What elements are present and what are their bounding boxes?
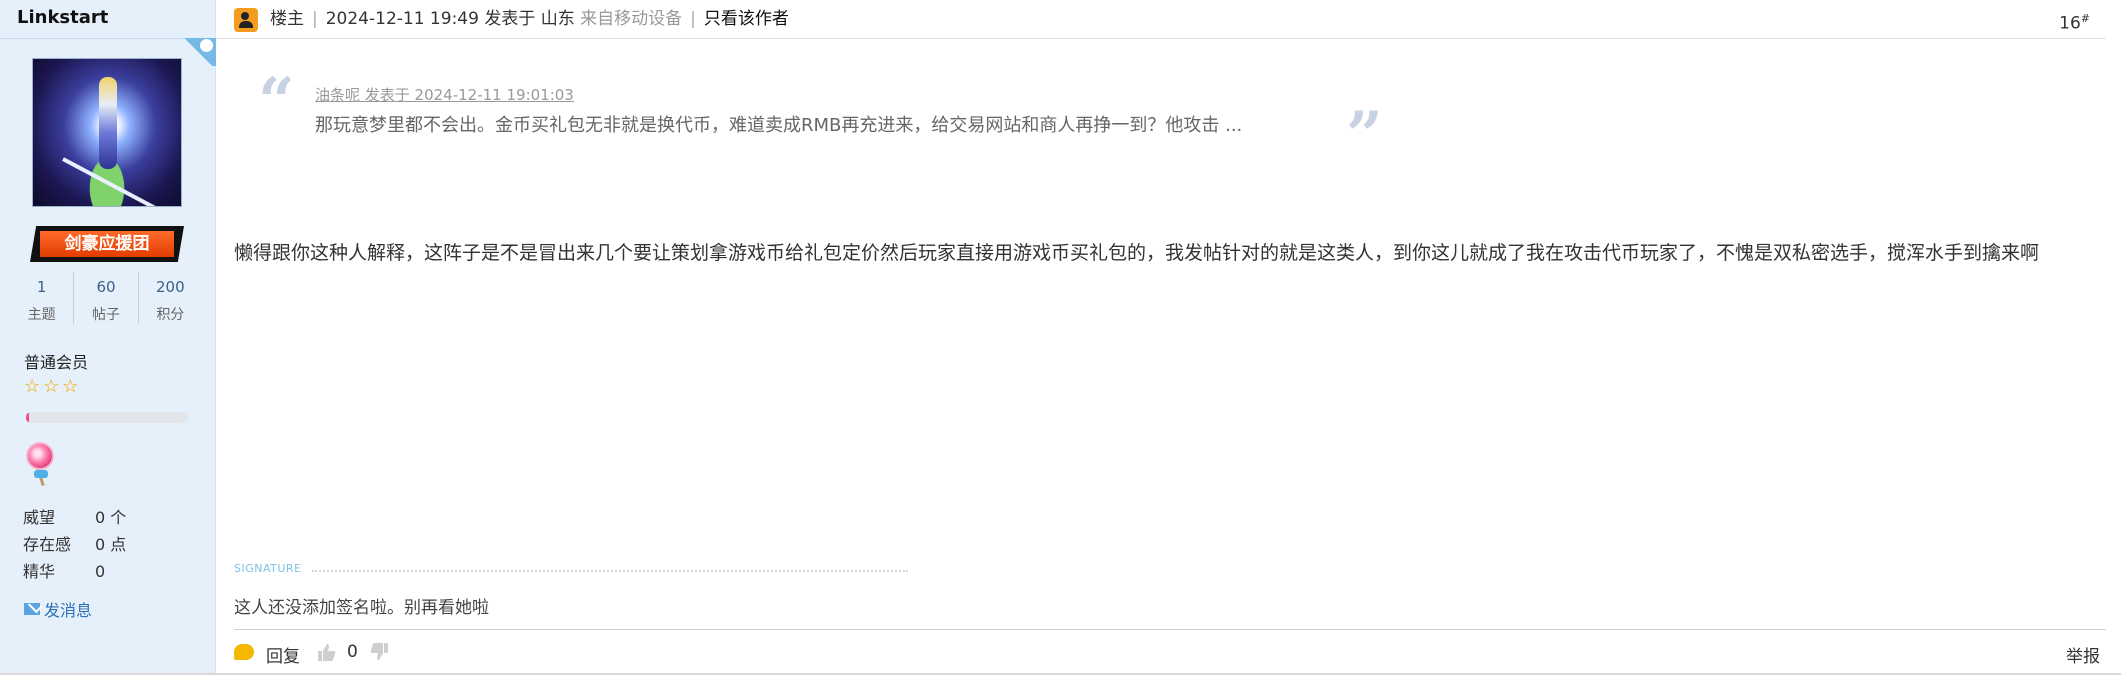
profile-row: 精华 0: [23, 558, 126, 585]
post-meta: 楼主 | 2024-12-11 19:49 发表于 山东 来自移动设备 | 只看该作者: [270, 9, 789, 29]
stat-label: 主题: [27, 307, 56, 323]
profile-row: 威望 0 个: [23, 504, 126, 531]
stat-posts[interactable]: 60 帖子: [74, 272, 139, 324]
profile-value: 0: [95, 562, 106, 581]
experience-bar: [26, 412, 188, 423]
signature-divider: [312, 570, 908, 572]
profile-value: 0 个: [95, 508, 127, 527]
profile-key: 威望: [23, 508, 56, 527]
author-icon: [234, 8, 258, 32]
star-icon: ☆: [43, 376, 60, 397]
group-badge-label: 剑豪应援团: [40, 231, 174, 257]
post-header: 楼主 | 2024-12-11 19:49 发表于 山东 来自移动设备 | 只看该作者 …: [216, 0, 2106, 39]
send-message-link[interactable]: 发消息: [24, 597, 92, 621]
author-username[interactable]: Linkstart: [17, 7, 108, 28]
stat-label: 帖子: [91, 307, 120, 323]
signature-text: 这人还没添加签名啦。别再看她啦: [234, 598, 489, 618]
stat-threads[interactable]: 1 主题: [10, 272, 75, 324]
stat-value: 200: [156, 278, 185, 296]
poster-role: 楼主: [270, 9, 304, 29]
star-icon: ☆: [62, 376, 79, 397]
stat-label: 积分: [156, 307, 185, 323]
quote-block: “ 油条呢 发表于 2024-12-11 19:01:03 那玩意梦里都不会出。…: [254, 70, 1394, 168]
post-footer: 回复 0 举报: [234, 629, 2106, 673]
profile-corner-icon[interactable]: [180, 38, 216, 66]
profile-value: 0 点: [95, 535, 127, 554]
thumb-down-icon[interactable]: [370, 642, 390, 662]
lollipop-medal-icon[interactable]: [24, 434, 58, 487]
member-level[interactable]: 普通会员: [24, 349, 88, 373]
thumb-up-icon[interactable]: [316, 642, 336, 662]
open-quote-icon: “: [258, 64, 295, 139]
group-badge: 剑豪应援团: [30, 226, 184, 262]
profile-key: 存在感: [23, 535, 72, 554]
star-icon: ☆: [24, 376, 41, 397]
post-body: 懒得跟你这种人解释，这阵子是不是冒出来几个要让策划拿游戏币给礼包定价然后玩家直接…: [234, 242, 2040, 264]
reply-icon[interactable]: [234, 644, 254, 660]
avatar[interactable]: [32, 58, 182, 207]
stat-value: 60: [96, 278, 116, 296]
post-device: 来自移动设备: [580, 9, 683, 29]
user-stats: 1 主题 60 帖子 200 积分: [10, 272, 202, 324]
send-message-label: 发消息: [44, 601, 93, 620]
signature-label: SIGNATURE: [234, 562, 302, 575]
reply-button[interactable]: 回复: [266, 642, 300, 667]
post-location: 发表于 山东: [484, 9, 575, 29]
stat-value: 1: [36, 278, 47, 296]
quote-source-link[interactable]: 油条呢 发表于 2024-12-11 19:01:03: [315, 84, 574, 105]
mail-icon: [24, 603, 40, 615]
stat-points[interactable]: 200 积分: [139, 272, 202, 324]
profile-info: 威望 0 个 存在感 0 点 精华 0: [23, 504, 126, 585]
level-stars: ☆ ☆ ☆: [24, 378, 78, 396]
author-sidebar: Linkstart 剑豪应援团 1 主题 60 帖子 200 积分 普通会员 ☆…: [0, 0, 216, 673]
post-datetime: 2024-12-11 19:49: [325, 9, 479, 29]
close-quote-icon: ”: [1346, 98, 1383, 173]
report-button[interactable]: 举报: [2066, 642, 2100, 667]
like-count: 0: [347, 642, 358, 662]
experience-fill: [26, 412, 30, 423]
profile-row: 存在感 0 点: [23, 531, 126, 558]
profile-key: 精华: [23, 562, 56, 581]
quote-text: 那玩意梦里都不会出。金币买礼包无非就是换代币，难道卖成RMB再充进来，给交易网站…: [315, 115, 1243, 136]
divider: [0, 673, 2121, 675]
only-author-link[interactable]: 只看该作者: [704, 9, 789, 29]
floor-number[interactable]: 16#: [2059, 12, 2090, 34]
